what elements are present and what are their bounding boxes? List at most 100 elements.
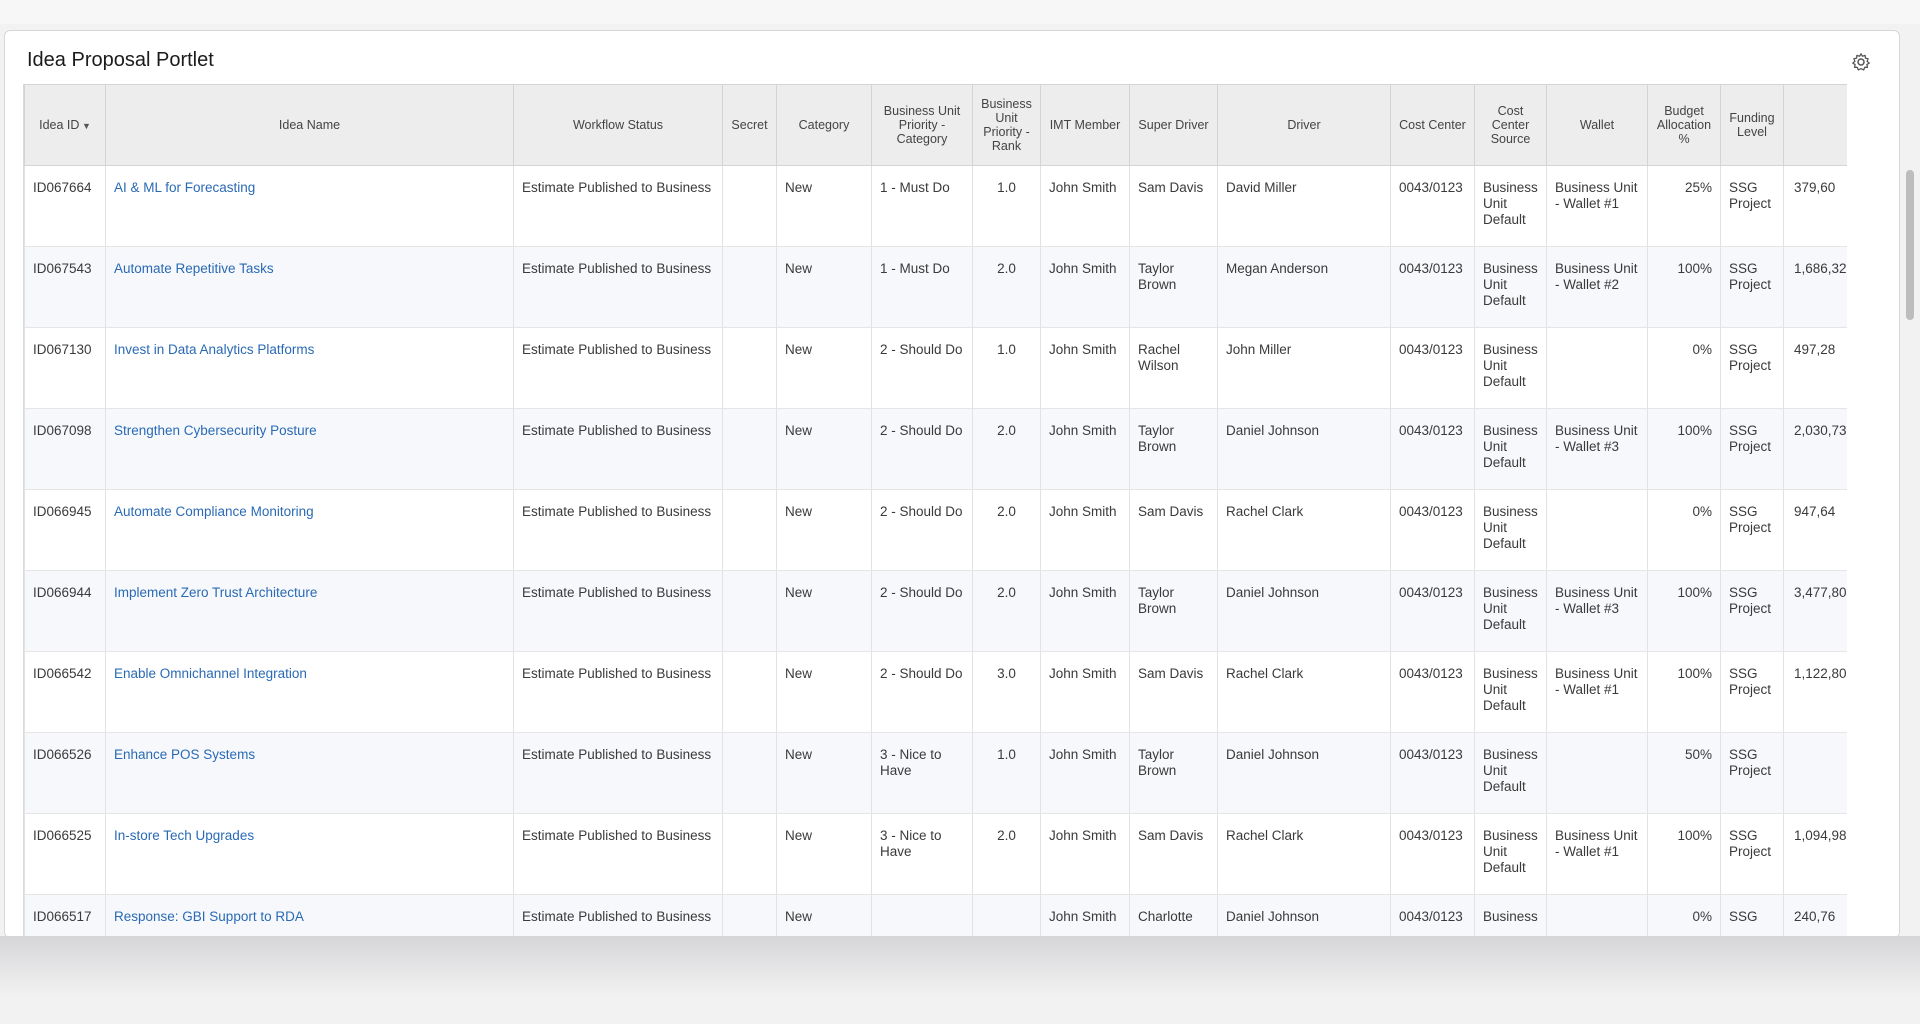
gear-icon[interactable] <box>1851 52 1871 72</box>
table-row[interactable]: ID066542 Enable Omnichannel Integration Es… <box>24 651 1848 733</box>
column-header-5[interactable]: Business Unit Priority - Category <box>871 84 973 166</box>
secret-cell <box>722 732 777 814</box>
table-row[interactable]: ID067098 Strengthen Cybersecurity Posture… <box>24 408 1848 490</box>
capital-cell: 1,686,32 <box>1783 246 1848 328</box>
super-driver-cell: Sam Davis <box>1129 651 1218 733</box>
bu-priority-category-cell: 2 - Should Do <box>871 489 973 571</box>
table-row[interactable]: ID066525 In-store Tech Upgrades Estimate P… <box>24 813 1848 895</box>
table-body: ID067664 AI & ML for Forecasting Estimate … <box>24 165 1848 937</box>
column-header-4[interactable]: Category <box>776 84 872 166</box>
bu-priority-rank-cell: 2.0 <box>972 489 1041 571</box>
idea-name-link[interactable]: Implement Zero Trust Architecture <box>114 585 317 600</box>
cost-center-source-cell: Business Unit Default <box>1474 408 1547 490</box>
bu-priority-rank-cell <box>972 894 1041 937</box>
column-header-8[interactable]: Super Driver <box>1129 84 1218 166</box>
column-header-9[interactable]: Driver <box>1217 84 1391 166</box>
sort-desc-icon[interactable]: ▼ <box>79 121 91 131</box>
cost-center-source-cell: Business Unit Default <box>1474 651 1547 733</box>
column-header-0[interactable]: Idea ID ▼ <box>24 84 106 166</box>
driver-cell: Daniel Johnson <box>1217 570 1391 652</box>
idea-id-cell: ID066944 <box>24 570 106 652</box>
wallet-cell: Business Unit - Wallet #1 <box>1546 813 1648 895</box>
table-row[interactable]: ID067130 Invest in Data Analytics Platfor… <box>24 327 1848 409</box>
table-row[interactable]: ID067543 Automate Repetitive Tasks Estimat… <box>24 246 1848 328</box>
table-row[interactable]: ID066517 Response: GBI Support to RDA Esti… <box>24 894 1848 937</box>
category-cell: New <box>776 894 872 937</box>
idea-name-cell: Response: GBI Support to RDA <box>105 894 514 937</box>
bu-priority-category-cell: 1 - Must Do <box>871 165 973 247</box>
cost-center-source-cell: Business Unit Default <box>1474 489 1547 571</box>
super-driver-cell: Sam Davis <box>1129 489 1218 571</box>
imt-member-cell: John Smith <box>1040 489 1130 571</box>
cost-center-source-cell: Business <box>1474 894 1547 937</box>
column-header-label: Idea ID <box>39 117 80 132</box>
bu-priority-rank-cell: 2.0 <box>972 570 1041 652</box>
column-header-label: Cost Center Source <box>1490 104 1531 146</box>
secret-cell <box>722 651 777 733</box>
imt-member-cell: John Smith <box>1040 165 1130 247</box>
category-cell: New <box>776 732 872 814</box>
idea-name-link[interactable]: Enable Omnichannel Integration <box>114 666 307 681</box>
category-cell: New <box>776 246 872 328</box>
cost-center-source-cell: Business Unit Default <box>1474 165 1547 247</box>
column-header-14[interactable]: Funding Level <box>1720 84 1784 166</box>
budget-allocation-cell: 100% <box>1647 246 1721 328</box>
workflow-status-cell: Estimate Published to Business <box>513 732 723 814</box>
super-driver-cell: Charlotte <box>1129 894 1218 937</box>
wallet-cell <box>1546 732 1648 814</box>
idea-name-link[interactable]: Automate Repetitive Tasks <box>114 261 274 276</box>
column-header-12[interactable]: Wallet <box>1546 84 1648 166</box>
idea-name-link[interactable]: Enhance POS Systems <box>114 747 255 762</box>
idea-name-link[interactable]: Response: GBI Support to RDA <box>114 909 304 924</box>
capital-cell: 947,64 <box>1783 489 1848 571</box>
cost-center-cell: 0043/0123 <box>1390 651 1475 733</box>
table-row[interactable]: ID066944 Implement Zero Trust Architectur… <box>24 570 1848 652</box>
wallet-cell: Business Unit - Wallet #1 <box>1546 165 1648 247</box>
super-driver-cell: Rachel Wilson <box>1129 327 1218 409</box>
column-header-label: Budget Allocation % <box>1656 104 1712 146</box>
idea-name-link[interactable]: Automate Compliance Monitoring <box>114 504 314 519</box>
capital-cell: 1,122,80 <box>1783 651 1848 733</box>
table-row[interactable]: ID066526 Enhance POS Systems Estimate Publ… <box>24 732 1848 814</box>
idea-name-cell: Automate Repetitive Tasks <box>105 246 514 328</box>
category-cell: New <box>776 489 872 571</box>
vertical-scrollbar[interactable] <box>1906 170 1914 320</box>
bu-priority-rank-cell: 2.0 <box>972 813 1041 895</box>
category-cell: New <box>776 327 872 409</box>
table-row[interactable]: ID067664 AI & ML for Forecasting Estimate … <box>24 165 1848 247</box>
column-header-15[interactable]: IS&T Capital ($ <box>1783 84 1848 166</box>
column-header-7[interactable]: IMT Member <box>1040 84 1130 166</box>
column-header-10[interactable]: Cost Center <box>1390 84 1475 166</box>
idea-id-cell: ID067664 <box>24 165 106 247</box>
category-cell: New <box>776 813 872 895</box>
idea-name-link[interactable]: In-store Tech Upgrades <box>114 828 254 843</box>
driver-cell: Rachel Clark <box>1217 489 1391 571</box>
column-header-label: Business Unit Priority - Rank <box>981 97 1032 153</box>
idea-name-link[interactable]: Invest in Data Analytics Platforms <box>114 342 314 357</box>
imt-member-cell: John Smith <box>1040 813 1130 895</box>
column-header-3[interactable]: Secret <box>722 84 777 166</box>
funding-level-cell: SSG Project <box>1720 732 1784 814</box>
column-header-2[interactable]: Workflow Status <box>513 84 723 166</box>
driver-cell: John Miller <box>1217 327 1391 409</box>
idea-name-link[interactable]: Strengthen Cybersecurity Posture <box>114 423 317 438</box>
secret-cell <box>722 246 777 328</box>
imt-member-cell: John Smith <box>1040 246 1130 328</box>
super-driver-cell: Taylor Brown <box>1129 570 1218 652</box>
column-header-1[interactable]: Idea Name <box>105 84 514 166</box>
column-header-label: Driver <box>1287 118 1321 132</box>
column-header-6[interactable]: Business Unit Priority - Rank <box>972 84 1041 166</box>
table-row[interactable]: ID066945 Automate Compliance Monitoring Es… <box>24 489 1848 571</box>
driver-cell: Daniel Johnson <box>1217 408 1391 490</box>
super-driver-cell: Sam Davis <box>1129 813 1218 895</box>
column-header-13[interactable]: Budget Allocation % <box>1647 84 1721 166</box>
bu-priority-rank-cell: 1.0 <box>972 327 1041 409</box>
budget-allocation-cell: 100% <box>1647 408 1721 490</box>
column-header-label: IMT Member <box>1049 118 1121 132</box>
column-header-11[interactable]: Cost Center Source <box>1474 84 1547 166</box>
cost-center-cell: 0043/0123 <box>1390 489 1475 571</box>
category-cell: New <box>776 570 872 652</box>
workflow-status-cell: Estimate Published to Business <box>513 489 723 571</box>
idea-name-link[interactable]: AI & ML for Forecasting <box>114 180 255 195</box>
funding-level-cell: SSG Project <box>1720 408 1784 490</box>
